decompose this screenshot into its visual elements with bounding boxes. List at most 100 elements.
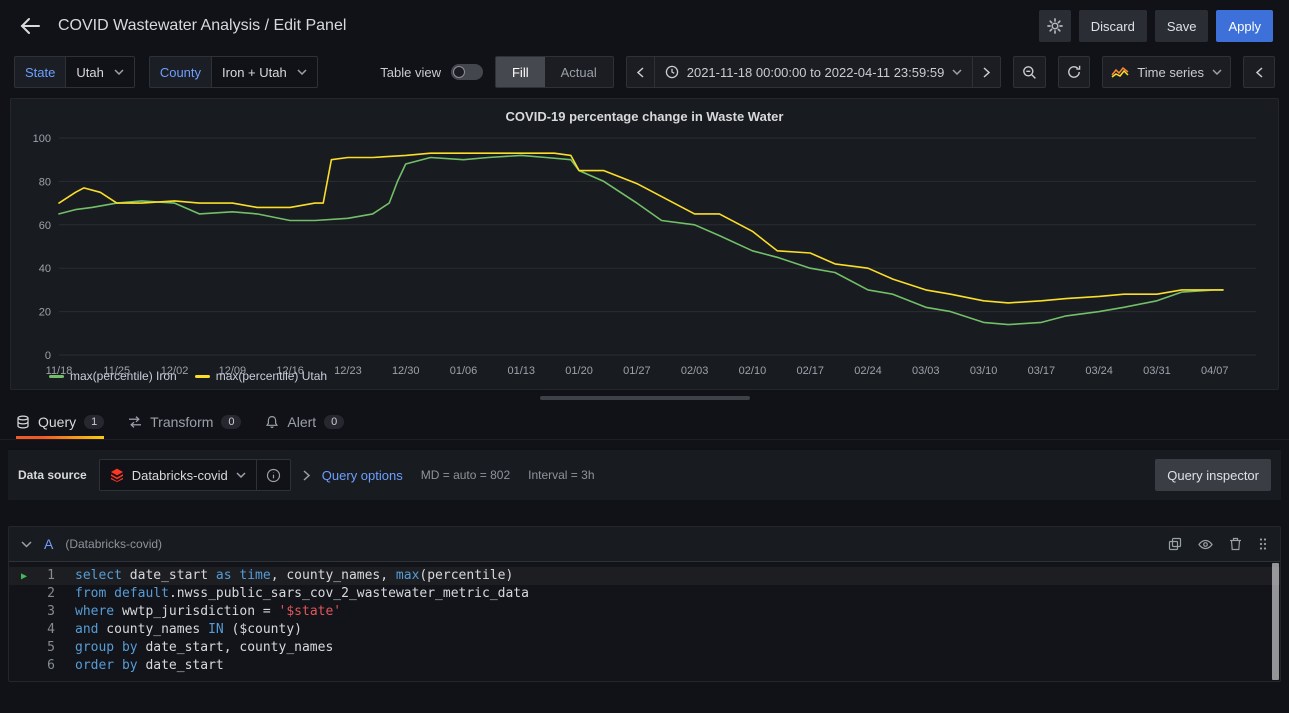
visualization-picker[interactable]: Time series bbox=[1102, 56, 1231, 88]
code-lines: ▶1select date_start as time, county_name… bbox=[9, 567, 1280, 675]
code-text: group by date_start, county_names bbox=[75, 639, 333, 657]
timeseries-viz-icon bbox=[1111, 66, 1129, 78]
query-ref-id: A bbox=[44, 536, 53, 552]
query-row-header[interactable]: A (Databricks-covid) bbox=[9, 527, 1280, 561]
refresh-button[interactable] bbox=[1058, 56, 1090, 88]
tab-query[interactable]: Query 1 bbox=[16, 404, 104, 439]
code-text: from default.nwss_public_sars_cov_2_wast… bbox=[75, 585, 529, 603]
tab-alert[interactable]: Alert 0 bbox=[265, 404, 344, 439]
datasource-name: Databricks-covid bbox=[132, 468, 228, 483]
line-number: 6 bbox=[9, 657, 75, 675]
interval-text: Interval = 3h bbox=[528, 468, 594, 482]
tab-alert-count: 0 bbox=[324, 415, 344, 429]
datasource-label: Data source bbox=[18, 468, 89, 482]
fill-actual-segmented: Fill Actual bbox=[495, 56, 614, 88]
query-row-actions bbox=[1168, 537, 1268, 552]
code-text: where wwtp_jurisdiction = '$state' bbox=[75, 603, 341, 621]
county-variable-label: County bbox=[150, 57, 211, 87]
code-text: and county_names IN ($county) bbox=[75, 621, 302, 639]
arrow-left-icon bbox=[20, 17, 40, 35]
state-variable-dropdown[interactable]: Utah bbox=[65, 57, 133, 87]
fill-option[interactable]: Fill bbox=[496, 57, 545, 87]
info-circle-icon bbox=[266, 468, 281, 483]
chevron-down-icon bbox=[114, 69, 124, 75]
chart-svg: 02040608010011/1811/2512/0212/0912/1612/… bbox=[19, 130, 1270, 381]
panel-resize-handle[interactable] bbox=[540, 396, 750, 400]
chevron-right-icon bbox=[303, 470, 310, 481]
actual-option[interactable]: Actual bbox=[545, 57, 613, 87]
datasource-help-button[interactable] bbox=[257, 459, 291, 491]
code-line[interactable]: 3where wwtp_jurisdiction = '$state' bbox=[9, 603, 1280, 621]
back-button[interactable] bbox=[16, 13, 44, 39]
svg-text:0: 0 bbox=[45, 350, 51, 362]
tab-alert-label: Alert bbox=[287, 414, 316, 430]
table-view-label: Table view bbox=[380, 65, 441, 80]
legend-swatch bbox=[49, 375, 64, 378]
time-range-text: 2021-11-18 00:00:00 to 2022-04-11 23:59:… bbox=[687, 65, 945, 80]
sql-code-editor[interactable]: ▶1select date_start as time, county_name… bbox=[9, 561, 1280, 681]
chevron-down-icon bbox=[297, 69, 307, 75]
drag-query-handle[interactable] bbox=[1258, 537, 1268, 551]
tab-query-label: Query bbox=[38, 414, 76, 430]
chevron-left-icon bbox=[637, 67, 644, 78]
refresh-icon bbox=[1067, 65, 1081, 79]
tab-transform[interactable]: Transform 0 bbox=[128, 404, 241, 439]
datasource-picker[interactable]: Databricks-covid bbox=[99, 459, 257, 491]
collapse-options-pane-button[interactable] bbox=[1243, 56, 1275, 88]
edit-panel-header: COVID Wastewater Analysis / Edit Panel D… bbox=[0, 0, 1289, 52]
databricks-icon bbox=[110, 468, 124, 482]
chart-panel: COVID-19 percentage change in Waste Wate… bbox=[10, 98, 1279, 390]
save-button[interactable]: Save bbox=[1155, 10, 1209, 42]
query-inspector-button[interactable]: Query inspector bbox=[1155, 459, 1271, 491]
table-view-control: Table view bbox=[380, 64, 483, 80]
query-options-expand-button[interactable] bbox=[301, 468, 312, 483]
svg-text:100: 100 bbox=[33, 133, 51, 145]
variable-county: County Iron + Utah bbox=[149, 56, 318, 88]
delete-query-button[interactable] bbox=[1229, 537, 1242, 551]
timeseries-chart[interactable]: 02040608010011/1811/2512/0212/0912/1612/… bbox=[19, 130, 1270, 367]
line-number: 2 bbox=[9, 585, 75, 603]
county-variable-value: Iron + Utah bbox=[222, 65, 287, 80]
time-range-controls: 2021-11-18 00:00:00 to 2022-04-11 23:59:… bbox=[626, 56, 1002, 88]
chevron-left-icon bbox=[1256, 67, 1263, 78]
code-line[interactable]: ▶1select date_start as time, county_name… bbox=[9, 567, 1280, 585]
time-shift-back-button[interactable] bbox=[626, 56, 655, 88]
code-line[interactable]: 4and county_names IN ($county) bbox=[9, 621, 1280, 639]
query-options-link[interactable]: Query options bbox=[322, 468, 403, 483]
svg-text:80: 80 bbox=[39, 176, 51, 188]
header-actions: Discard Save Apply bbox=[1039, 10, 1273, 42]
panel-resize-row bbox=[0, 390, 1289, 404]
chart-legend: max(percentile) Iron max(percentile) Utah bbox=[19, 367, 1270, 387]
legend-item[interactable]: max(percentile) Iron bbox=[49, 369, 177, 383]
editor-tabs: Query 1 Transform 0 Alert 0 bbox=[0, 404, 1289, 440]
time-range-picker[interactable]: 2021-11-18 00:00:00 to 2022-04-11 23:59:… bbox=[654, 56, 974, 88]
duplicate-query-button[interactable] bbox=[1168, 537, 1182, 551]
collapse-query-chevron-icon[interactable] bbox=[21, 541, 32, 548]
run-query-play-icon[interactable]: ▶ bbox=[21, 568, 27, 586]
code-line[interactable]: 2from default.nwss_public_sars_cov_2_was… bbox=[9, 585, 1280, 603]
county-variable-dropdown[interactable]: Iron + Utah bbox=[211, 57, 317, 87]
zoom-out-button[interactable] bbox=[1013, 56, 1046, 88]
code-line[interactable]: 5group by date_start, county_names bbox=[9, 639, 1280, 657]
editor-scrollbar[interactable] bbox=[1272, 563, 1279, 680]
hide-query-button[interactable] bbox=[1198, 537, 1213, 552]
page-title: COVID Wastewater Analysis / Edit Panel bbox=[58, 17, 346, 35]
line-number: 4 bbox=[9, 621, 75, 639]
database-icon bbox=[16, 415, 30, 429]
legend-item[interactable]: max(percentile) Utah bbox=[195, 369, 327, 383]
grafana-edit-panel: COVID Wastewater Analysis / Edit Panel D… bbox=[0, 0, 1289, 713]
legend-label: max(percentile) Utah bbox=[216, 369, 327, 383]
time-shift-forward-button[interactable] bbox=[972, 56, 1001, 88]
gear-icon bbox=[1047, 18, 1063, 34]
table-view-toggle[interactable] bbox=[451, 64, 483, 80]
max-data-points-text: MD = auto = 802 bbox=[421, 468, 510, 482]
panel-settings-button[interactable] bbox=[1039, 10, 1071, 42]
code-line[interactable]: 6order by date_start bbox=[9, 657, 1280, 675]
toggle-knob bbox=[453, 66, 465, 78]
apply-button[interactable]: Apply bbox=[1216, 10, 1273, 42]
discard-button[interactable]: Discard bbox=[1079, 10, 1147, 42]
tab-transform-count: 0 bbox=[221, 415, 241, 429]
svg-text:40: 40 bbox=[39, 263, 51, 275]
query-row-A: A (Databricks-covid) ▶1select date_start… bbox=[8, 526, 1281, 682]
svg-text:60: 60 bbox=[39, 220, 51, 232]
